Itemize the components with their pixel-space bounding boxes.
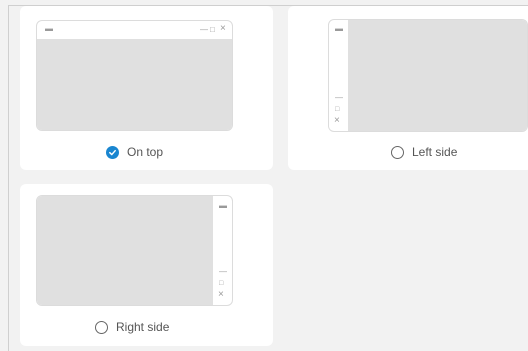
maximize-icon: □: [335, 106, 340, 113]
check-icon: [106, 145, 119, 159]
radio-unchecked-icon: [391, 145, 404, 159]
preview-window-right-side: ▬ — □ ×: [36, 195, 233, 306]
radio-unchecked-icon: [95, 320, 108, 334]
close-icon: ×: [334, 115, 340, 126]
minimize-icon: —: [219, 267, 227, 276]
close-icon: ×: [220, 23, 226, 34]
minimize-icon: —: [335, 93, 343, 102]
maximize-icon: □: [210, 25, 215, 34]
radio-on-top[interactable]: On top: [106, 145, 163, 159]
close-icon: ×: [218, 289, 224, 300]
option-card-left-side[interactable]: ▬ — □ × Left side: [288, 6, 528, 170]
option-label-right-side: Right side: [116, 320, 170, 334]
option-card-right-side[interactable]: ▬ — □ × Right side: [20, 184, 273, 346]
app-icon: ▬: [335, 24, 343, 33]
preview-window-on-top: ▬ — □ ×: [36, 20, 233, 131]
radio-right-side[interactable]: Right side: [95, 320, 169, 334]
app-icon: ▬: [45, 24, 53, 33]
radio-left-side[interactable]: Left side: [391, 145, 457, 159]
app-icon: ▬: [219, 201, 227, 210]
maximize-icon: □: [219, 280, 224, 287]
preview-window-left-side: ▬ — □ ×: [328, 19, 528, 132]
minimize-icon: —: [200, 25, 208, 34]
option-card-on-top[interactable]: ▬ — □ × On top: [20, 6, 273, 170]
option-label-on-top: On top: [127, 145, 164, 159]
option-label-left-side: Left side: [412, 145, 458, 159]
